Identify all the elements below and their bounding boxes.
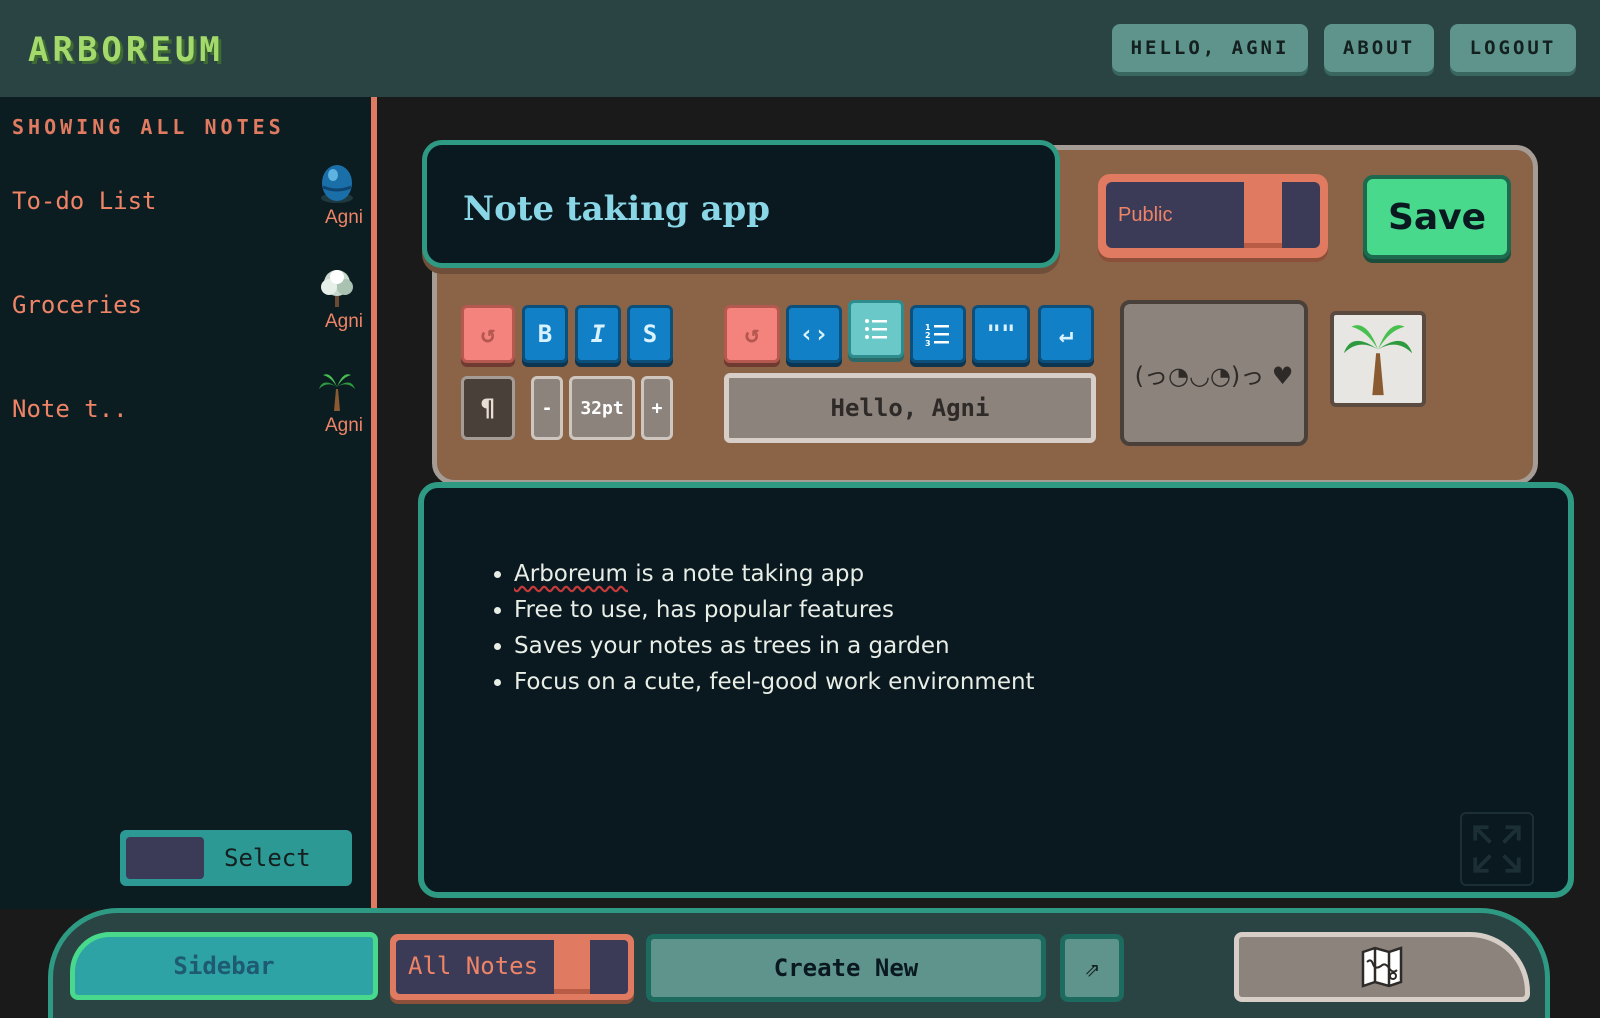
select-toggle-knob (126, 837, 204, 879)
redo-button[interactable]: ↺ (724, 305, 780, 363)
greeting-field[interactable]: Hello, Agni (724, 373, 1096, 443)
visibility-toggle-knob (1244, 182, 1282, 248)
create-new-button[interactable]: Create New (646, 934, 1046, 1002)
list-item: Focus on a cute, feel-good work environm… (514, 664, 1035, 700)
blue-egg-icon (321, 165, 353, 203)
select-label: Select (224, 844, 311, 872)
svg-text:3: 3 (925, 339, 931, 347)
select-toggle[interactable]: Select (120, 830, 352, 886)
white-tree-icon (321, 270, 353, 307)
list-item: Arboreum is a note taking app (514, 556, 1035, 592)
note-title-field[interactable]: Note taking app (422, 140, 1060, 268)
list-item-text: is a note taking app (627, 561, 865, 587)
app-logo[interactable]: ARBOREUM (28, 30, 224, 70)
visibility-toggle[interactable]: Public (1098, 174, 1328, 258)
map-icon (1361, 946, 1403, 988)
list-item: Free to use, has popular features (514, 592, 1035, 628)
content-bullet-list: Arboreum is a note taking app Free to us… (514, 556, 1035, 700)
note-item-todo[interactable]: To-do List Agni (0, 163, 371, 239)
visibility-label: Public (1118, 204, 1173, 226)
note-author: Agni (324, 415, 363, 436)
strike-button[interactable]: S (627, 305, 673, 363)
garden-map-button[interactable] (1234, 932, 1530, 1002)
sidebar-toggle-button[interactable]: Sidebar (70, 932, 378, 1000)
bullet-list-icon (865, 319, 887, 339)
list-item-text: Focus on a cute, feel-good work environm… (514, 669, 1035, 695)
enter-button[interactable]: ↵ (1038, 305, 1094, 363)
all-notes-toggle-track: All Notes (396, 940, 628, 994)
palm-tree-icon (1343, 325, 1413, 396)
bullet-list-button[interactable] (848, 300, 904, 358)
top-header: ARBOREUM HELLO, AGNI ABOUT LOGOUT (0, 0, 1600, 97)
note-author: Agni (324, 311, 363, 332)
undo-button[interactable]: ↺ (461, 305, 515, 363)
tree-preview-tile[interactable] (1330, 311, 1426, 407)
italic-button[interactable]: I (575, 305, 621, 363)
note-author: Agni (324, 207, 363, 228)
list-item: Saves your notes as trees in a garden (514, 628, 1035, 664)
emoticon-widget[interactable]: (っ◔◡◔)っ ♥ (1120, 300, 1308, 446)
list-item-misspelled-word: Arboreum (514, 561, 628, 587)
ordered-list-button[interactable]: 1 2 3 (910, 305, 966, 363)
note-item-groceries[interactable]: Groceries Agni (0, 267, 371, 343)
font-decrease-button[interactable]: - (531, 376, 563, 440)
hello-user-button[interactable]: HELLO, AGNI (1112, 24, 1308, 72)
note-title-text: Note taking app (463, 189, 771, 229)
note-title: Note t.. (12, 395, 128, 423)
note-title: Groceries (12, 291, 143, 319)
notes-sidebar: SHOWING ALL NOTES To-do List Agni Grocer… (0, 97, 377, 909)
paragraph-button[interactable]: ¶ (461, 376, 515, 440)
code-button[interactable]: ‹› (786, 305, 842, 363)
all-notes-toggle[interactable]: All Notes (390, 934, 634, 1000)
font-increase-button[interactable]: + (641, 376, 673, 440)
note-content-editor[interactable]: Arboreum is a note taking app Free to us… (418, 482, 1574, 898)
font-size-field[interactable]: 32pt (569, 376, 635, 440)
visibility-toggle-track: Public (1106, 182, 1320, 248)
all-notes-label: All Notes (408, 952, 539, 980)
palm-tree-icon (319, 374, 355, 411)
open-external-button[interactable]: ⇗ (1060, 934, 1124, 1002)
list-item-text: Saves your notes as trees in a garden (514, 633, 950, 659)
note-title: To-do List (12, 187, 157, 215)
list-item-text: Free to use, has popular features (514, 597, 894, 623)
save-button[interactable]: Save (1363, 175, 1511, 259)
bold-button[interactable]: B (522, 305, 568, 363)
sidebar-heading: SHOWING ALL NOTES (12, 115, 285, 139)
logout-button[interactable]: LOGOUT (1450, 24, 1576, 72)
all-notes-toggle-knob (554, 940, 590, 994)
note-item-note-taking[interactable]: Note t.. Agni (0, 371, 371, 447)
quote-button[interactable]: "" (972, 305, 1030, 363)
about-button[interactable]: ABOUT (1324, 24, 1434, 72)
ordered-list-icon: 1 2 3 (925, 323, 949, 347)
expand-icon[interactable] (1460, 812, 1534, 886)
